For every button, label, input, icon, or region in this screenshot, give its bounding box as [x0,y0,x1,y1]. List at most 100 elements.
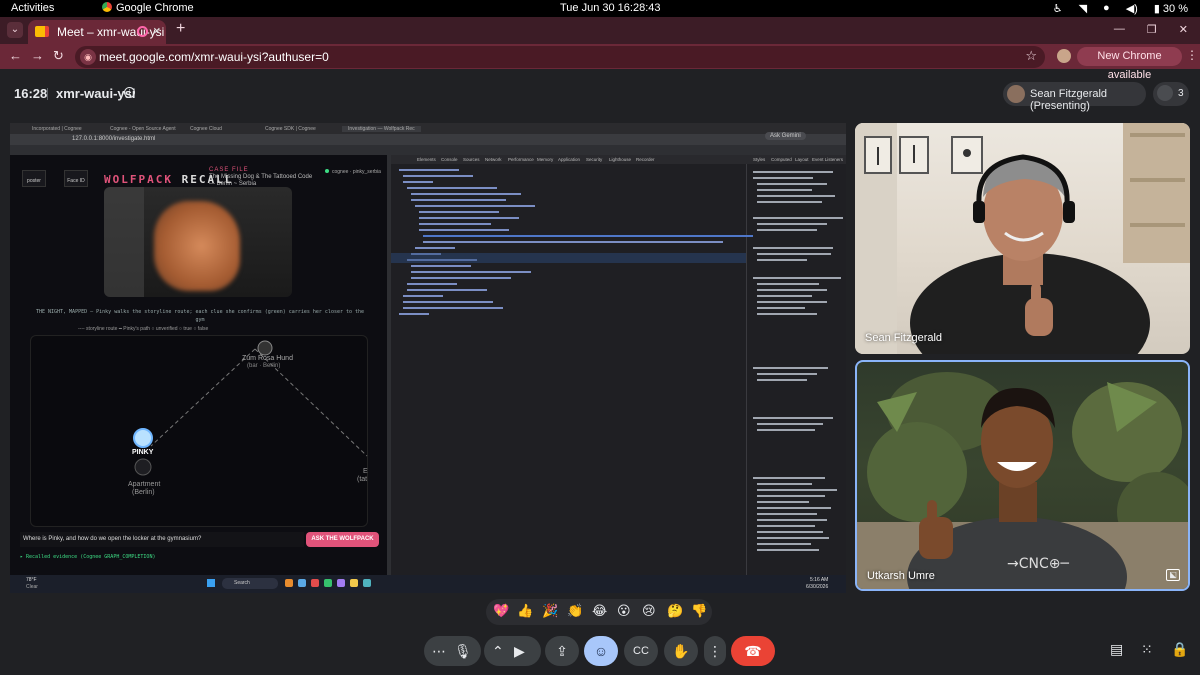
system-clock[interactable]: Tue Jun 30 16:28:43 [560,2,661,14]
reaction-laugh[interactable]: 😂 [592,603,607,619]
camera-icon[interactable]: ▶ [514,636,525,666]
presenter-avatar [1007,85,1025,103]
weather-desc: Clear [26,584,38,590]
captions-button[interactable]: CC [624,636,658,666]
taskbar-search: Search [222,578,278,589]
activities-button[interactable]: Activities [11,2,54,14]
shared-url: 127.0.0.1:8000/investigate.html [72,136,156,142]
devtools-panel: Elements Console Sources Network Perform… [387,155,846,575]
presenter-label: Sean Fitzgerald (Presenting) [1030,88,1108,112]
more-options-button[interactable]: ⋮ [704,636,726,666]
profile-avatar[interactable] [1057,49,1071,63]
ask-wolfpack-button: ASK THE WOLFPACK [306,532,379,547]
browser-toolbar: ← → ↻ ◉ meet.google.com/xmr-waui-ysi?aut… [0,44,1200,81]
chat-icon[interactable]: ▤ [1110,641,1123,658]
selected-node-highlight [391,253,746,263]
meeting-info-icon[interactable]: i [124,87,135,98]
node-sub-apartment: (Berlin) [132,489,155,496]
pip-icon[interactable]: ⬕ [1166,569,1180,581]
status-dot-icon [325,169,329,173]
reaction-party[interactable]: 🎉 [542,603,558,619]
taskbar-app-icon [363,579,371,587]
maximize-icon[interactable]: ❐ [1147,23,1157,36]
taskbar-time: 5:16 AM [810,577,829,583]
browser-menu-icon[interactable]: ⋮ [1186,48,1198,62]
raise-hand-button[interactable]: ✋ [664,636,698,666]
participant-name: Utkarsh Umre [867,570,935,582]
devtools-tab: Security [586,157,603,162]
activities-icon[interactable]: ⁙ [1141,641,1153,658]
address-bar[interactable]: ◉ meet.google.com/xmr-waui-ysi?authuser=… [75,46,1045,68]
reload-icon[interactable]: ↻ [53,48,64,64]
photo-wall [104,187,144,297]
question-input: Where is Pinky, and how do we open the l… [20,532,304,547]
app-name: Google Chrome [116,2,194,14]
reaction-thinking[interactable]: 🤔 [667,603,683,619]
participant-tile-utkarsh[interactable]: →CNC⊕─ Utkarsh Umre ⬕ [855,360,1190,591]
present-button[interactable]: ⇪ [545,636,579,666]
system-tray[interactable]: ♿ ◥ ● ◀) ▮ 30 % [1053,2,1188,15]
site-info-icon[interactable]: ◉ [80,49,96,65]
microphone-icon[interactable]: 🎙 [454,636,472,666]
taskbar-app-icon [337,579,345,587]
weather-temp: 78°F [26,577,37,583]
forward-icon[interactable]: → [31,48,44,63]
presenter-chip[interactable]: Sean Fitzgerald (Presenting) [1003,82,1146,112]
devtools-code-lines [391,169,843,551]
taskbar-app-icon [324,579,332,587]
cognee-label: cognee · pinky_serbia [332,169,381,175]
title-wolfpack: WOLFPACK [104,173,173,186]
node-sub-zum-rosa: (bar · Berlin) [247,363,281,369]
reaction-thumbs-down[interactable]: 👎 [691,603,707,619]
reaction-heart[interactable]: 💖 [493,603,509,619]
participant-tile-sean[interactable]: Sean Fitzgerald [855,123,1190,354]
case-file: CASE FILE The Missing Dog & The Tattooed… [209,167,319,188]
devtools-side-tab: Styles [753,157,766,162]
shared-screen: Incorporated | Cognee Cognee - Open Sour… [10,123,846,593]
taskbar-app-icon [311,579,319,587]
wifi-icon: ◥ [1078,3,1088,15]
ask-gemini-chip: Ask Gemini [765,132,806,140]
wolfpack-app: poster Face ID WOLFPACK RECALL CASE FILE… [10,155,387,575]
camera-options-icon[interactable]: ⌃ [492,636,504,666]
tab-search-button[interactable]: ⌄ [7,22,23,38]
minimize-icon[interactable]: — [1114,23,1125,36]
edge-route [150,348,256,447]
shared-bookmarks-bar [10,145,846,155]
reaction-sad[interactable]: 😢 [642,603,656,619]
meeting-time: 16:28 [14,86,48,101]
bookmark-star-icon[interactable]: ☆ [1025,48,1037,64]
node-label-pinky: PINKY [132,449,154,456]
node-label-e: E [363,468,368,475]
leave-call-button[interactable]: ☎ [731,636,775,666]
dog-blurred-image [154,201,240,291]
reactions-button[interactable]: ☺ [584,636,618,666]
back-icon[interactable]: ← [9,48,22,63]
reaction-clap[interactable]: 👏 [567,603,583,619]
reaction-surprised[interactable]: 😮 [617,603,631,619]
close-tab-icon[interactable]: × [153,23,161,38]
meet-icon [35,26,49,37]
poster-label: poster [27,178,41,184]
devtools-tab: Elements [417,157,436,162]
update-chrome-button[interactable]: New Chrome available [1077,47,1182,81]
tab-meet[interactable]: Meet – xmr-waui-ysi × [28,20,166,44]
audio-options-icon[interactable]: ⋯ [432,636,446,666]
battery-percent: 30 % [1162,3,1188,15]
new-tab-button[interactable]: + [176,20,185,38]
devtools-tab: Sources [463,157,480,162]
reaction-thumbs-up[interactable]: 👍 [517,603,533,619]
app-menu[interactable]: Google Chrome [102,2,194,14]
devtools-tab: Application [558,157,581,162]
recalled-evidence: ▸ Recalled evidence (Cognee GRAPH_COMPLE… [20,554,156,560]
node-apartment [134,458,152,476]
chrome-icon [102,2,112,12]
host-controls-icon[interactable]: 🔒 [1171,641,1188,658]
close-window-icon[interactable]: ✕ [1179,23,1188,36]
windows-start-icon [207,579,215,587]
participants-chip[interactable]: 3 [1153,82,1189,106]
poster-tab: poster [22,170,46,187]
participant-count: 3 [1178,88,1184,99]
accessibility-icon: ♿ [1052,3,1063,15]
node-zum-rosa [257,340,273,356]
